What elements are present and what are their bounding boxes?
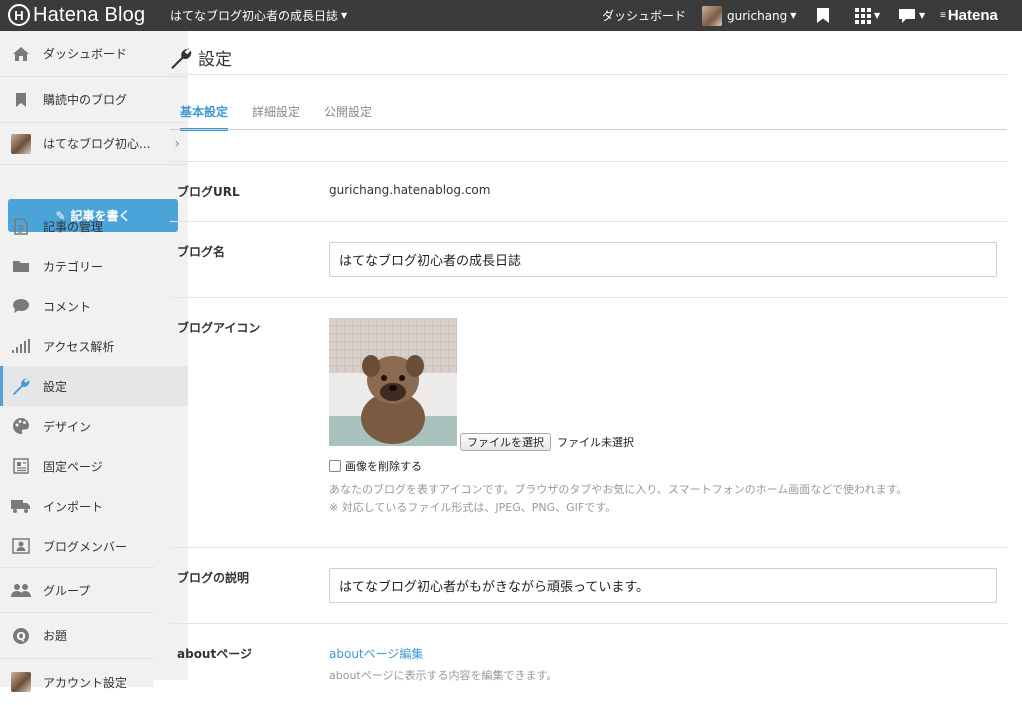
blog-switcher[interactable]: はてなブログ初心者の成長日誌 ▼ xyxy=(170,0,347,31)
sidebar-item-label: ブログメンバー xyxy=(43,539,128,554)
bookmark-icon xyxy=(11,90,31,110)
page-icon xyxy=(11,456,31,476)
truck-icon xyxy=(11,496,31,516)
tabs-divider xyxy=(170,129,1007,130)
document-icon xyxy=(11,216,31,236)
delete-image-label: 画像を削除する xyxy=(345,460,422,473)
sidebar-item-label: コメント xyxy=(43,299,92,314)
choose-file-button[interactable]: ファイルを選択 xyxy=(460,433,551,451)
blog-icon-image xyxy=(329,318,457,446)
dashboard-link[interactable]: ダッシュボード xyxy=(602,0,686,31)
hatena-blog-logo[interactable]: H Hatena Blog xyxy=(8,3,145,27)
tab-publish-settings[interactable]: 公開設定 xyxy=(324,103,372,131)
wrench-icon xyxy=(171,47,192,69)
sidebar-item-label: グループ xyxy=(43,583,91,598)
bookmark-icon[interactable] xyxy=(816,0,830,31)
sidebar-item-label: インポート xyxy=(43,499,104,514)
wrench-icon xyxy=(11,376,31,396)
sidebar-item-label: 記事の管理 xyxy=(43,219,104,234)
about-page-help: aboutページに表示する内容を編集できます。 xyxy=(329,669,558,682)
hatena-brand-text: Hatena xyxy=(947,7,998,24)
comment-icon xyxy=(11,296,31,316)
sidebar-item-label: 固定ページ xyxy=(43,459,103,474)
user-avatar xyxy=(702,5,722,26)
divider xyxy=(170,74,1007,75)
blog-name-input[interactable]: はてなブログ初心者の成長日誌 xyxy=(329,242,997,277)
blog-avatar xyxy=(11,133,31,154)
comment-icon[interactable]: ▼ xyxy=(898,0,925,31)
divider xyxy=(170,221,1007,222)
sidebar-item-topics[interactable]: Q お題 xyxy=(0,613,154,659)
username: gurichang xyxy=(727,8,788,23)
top-bar: H Hatena Blog はてなブログ初心者の成長日誌 ▼ ダッシュボード g… xyxy=(0,0,1022,31)
sidebar-item-label: アクセス解析 xyxy=(43,339,115,354)
divider xyxy=(170,623,1007,624)
question-icon: Q xyxy=(11,626,31,646)
blog-url-value: gurichang.hatenablog.com xyxy=(329,183,491,197)
divider xyxy=(170,547,1007,548)
divider xyxy=(170,161,1007,162)
caret-down-icon: ▼ xyxy=(919,11,926,20)
about-page-edit-link[interactable]: aboutページ編集 xyxy=(329,645,423,662)
divider xyxy=(170,297,1007,298)
caret-down-icon: ▼ xyxy=(790,11,797,20)
tab-basic-settings[interactable]: 基本設定 xyxy=(180,103,229,131)
caret-down-icon: ▼ xyxy=(341,11,348,20)
blog-description-input[interactable]: はてなブログ初心者がもがきながら頑張っています。 xyxy=(329,568,997,603)
sidebar-item-label: お題 xyxy=(43,629,68,643)
hatena-brand-icon: ≡ xyxy=(940,10,946,21)
hatena-logo-icon: H xyxy=(8,4,30,26)
member-card-icon xyxy=(11,536,31,556)
blog-switcher-label: はてなブログ初心者の成長日誌 xyxy=(170,9,339,23)
group-icon xyxy=(11,580,31,600)
delete-image-checkbox[interactable]: 画像を削除する xyxy=(329,458,422,474)
page-title-text: 設定 xyxy=(198,50,232,70)
caret-down-icon: ▼ xyxy=(874,11,881,20)
blog-icon-label: ブログアイコン xyxy=(177,321,261,335)
sidebar-item-label: はてなブログ初心... xyxy=(43,137,151,151)
logo-text: Hatena Blog xyxy=(33,3,146,26)
file-status: ファイル未選択 xyxy=(557,436,634,449)
settings-tabs: 基本設定 詳細設定 公開設定 xyxy=(180,103,396,131)
user-menu[interactable]: gurichang ▼ xyxy=(702,0,796,31)
sidebar-item-account-settings[interactable]: アカウント設定 xyxy=(0,659,154,705)
sidebar-item-groups[interactable]: グループ xyxy=(0,567,154,613)
sidebar-item-label: 購読中のブログ xyxy=(43,93,128,107)
sidebar-item-label: アカウント設定 xyxy=(43,675,128,690)
blog-url-label: ブログURL xyxy=(177,185,240,199)
sidebar-item-label: デザイン xyxy=(43,419,92,434)
sidebar-item-label: 設定 xyxy=(43,379,68,394)
blog-name-label: ブログ名 xyxy=(177,245,226,259)
icon-format-note: ※ 対応しているファイル形式は、JPEG、PNG、GIFです。 xyxy=(329,501,617,514)
apps-grid-icon[interactable]: ▼ xyxy=(855,0,880,31)
hatena-brand-link[interactable]: ≡ Hatena xyxy=(940,0,998,31)
svg-text:Q: Q xyxy=(16,630,25,643)
checkbox[interactable] xyxy=(329,460,341,472)
about-page-label: aboutページ xyxy=(177,647,252,661)
main-content: 設定 基本設定 詳細設定 公開設定 ブログURL gurichang.haten… xyxy=(154,31,1022,682)
palette-icon xyxy=(11,416,31,436)
bar-chart-icon xyxy=(11,336,31,356)
home-icon xyxy=(11,44,31,64)
blog-description-label: ブログの説明 xyxy=(177,571,250,585)
page-title: 設定 xyxy=(170,45,232,70)
sidebar-item-label: カテゴリー xyxy=(43,259,104,274)
sidebar-item-label: ダッシュボード xyxy=(43,47,128,61)
icon-help-text: あなたのブログを表すアイコンです。ブラウザのタブやお気に入り、スマートフォンのホ… xyxy=(329,483,908,496)
folder-icon xyxy=(11,256,31,276)
user-avatar xyxy=(11,672,31,692)
tab-advanced-settings[interactable]: 詳細設定 xyxy=(252,103,300,131)
